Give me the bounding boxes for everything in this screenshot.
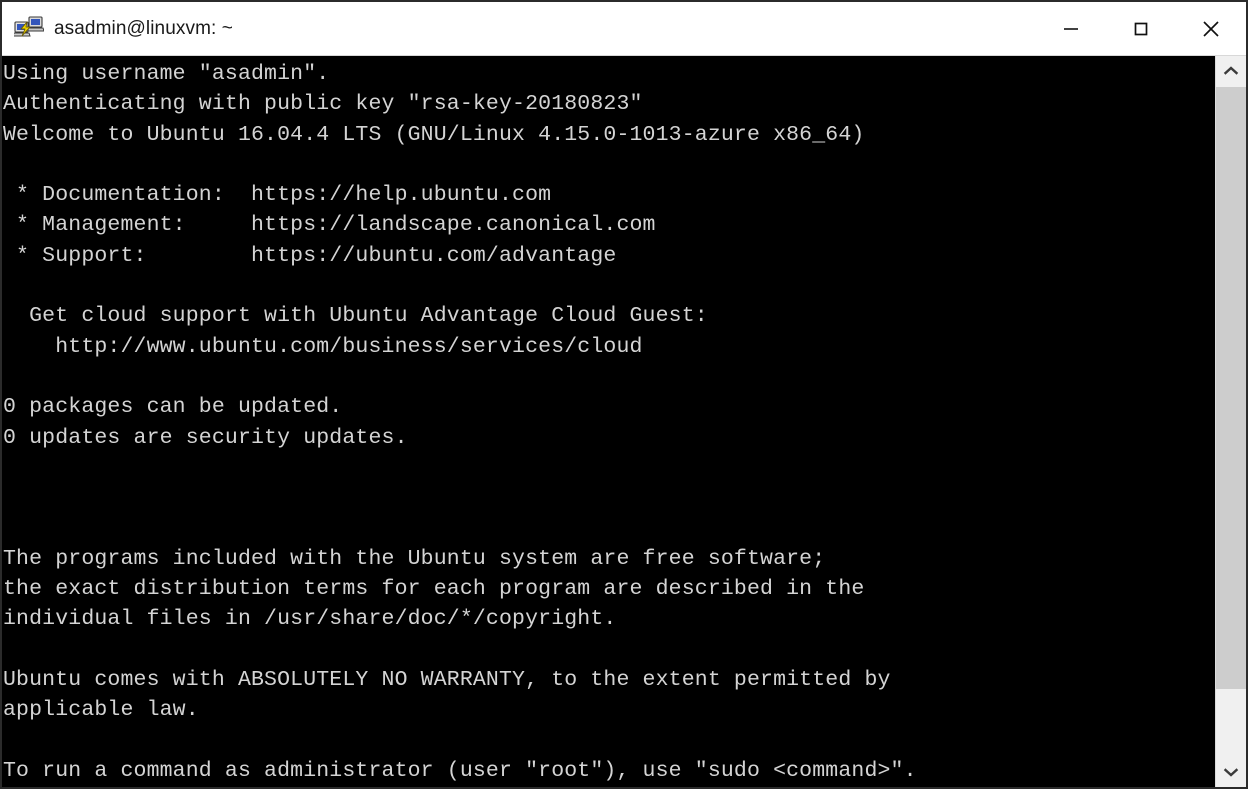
scroll-up-button[interactable] — [1216, 56, 1246, 86]
scroll-down-button[interactable] — [1216, 757, 1246, 787]
minimize-button[interactable] — [1036, 2, 1106, 56]
window-title: asadmin@linuxvm: ~ — [54, 18, 233, 39]
chevron-up-icon — [1223, 66, 1239, 75]
terminal-body[interactable]: Using username "asadmin". Authenticating… — [2, 56, 1246, 787]
chevron-down-icon — [1223, 768, 1239, 777]
close-button[interactable] — [1176, 2, 1246, 56]
minimize-icon — [1064, 27, 1078, 30]
scroll-thumb[interactable] — [1216, 87, 1246, 689]
putty-icon — [12, 15, 45, 42]
maximize-icon — [1134, 22, 1148, 35]
scroll-track[interactable] — [1216, 689, 1246, 757]
close-icon — [1203, 20, 1219, 37]
terminal-output[interactable]: Using username "asadmin". Authenticating… — [2, 56, 1213, 787]
putty-terminal-window: asadmin@linuxvm: ~ Using username "asadm… — [0, 0, 1248, 789]
window-controls — [1036, 2, 1246, 56]
terminal-scrollbar[interactable] — [1215, 56, 1246, 787]
maximize-button[interactable] — [1106, 2, 1176, 56]
window-titlebar[interactable]: asadmin@linuxvm: ~ — [2, 2, 1246, 56]
